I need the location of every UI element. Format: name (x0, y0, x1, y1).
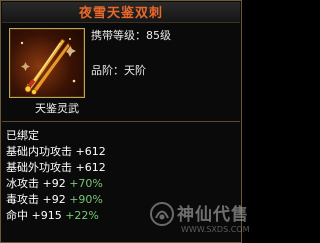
item-icon-frame[interactable] (9, 28, 85, 98)
stat-base: 命中 +915 (6, 209, 66, 222)
stat-line: 命中 +915 +22% (6, 208, 106, 224)
twin-dagger-icon (20, 38, 76, 95)
watermark-text: 神仙代售 (177, 205, 249, 225)
stat-base: 基础外功攻击 +612 (6, 161, 106, 174)
required-level: 携带等级：85级 (91, 29, 171, 42)
item-tooltip: 夜雪天鉴双刺 携带等级：85级 品阶：天阶 天鉴灵武 已绑定 基础内功攻击 +6… (0, 0, 249, 243)
stat-bonus: +22% (65, 209, 99, 222)
item-name: 夜雪天鉴双刺 (78, 6, 163, 21)
watermark-logo-icon (150, 202, 174, 226)
stat-line: 基础外功攻击 +612 (6, 160, 106, 176)
stat-line: 基础内功攻击 +612 (6, 144, 106, 160)
item-grade: 品阶：天阶 (91, 64, 146, 77)
title-bar: 夜雪天鉴双刺 (2, 2, 240, 23)
divider (2, 121, 240, 122)
stat-bonus: +70% (69, 177, 103, 190)
stat-base: 基础内功攻击 +612 (6, 145, 106, 158)
stat-bonus: +90% (69, 193, 103, 206)
bound-status: 已绑定 (6, 129, 39, 142)
stat-line: 毒攻击 +92 +90% (6, 192, 106, 208)
watermark: 神仙代售 WWW.SXDS.COM (149, 197, 249, 243)
stat-base: 毒攻击 +92 (6, 193, 70, 206)
stat-base: 冰攻击 +92 (6, 177, 70, 190)
item-subtitle: 天鉴灵武 (35, 102, 79, 115)
stats-list: 已绑定 基础内功攻击 +612 基础外功攻击 +612 冰攻击 +92 +70%… (6, 128, 106, 224)
stat-line: 冰攻击 +92 +70% (6, 176, 106, 192)
watermark-url: WWW.SXDS.COM (181, 225, 250, 234)
